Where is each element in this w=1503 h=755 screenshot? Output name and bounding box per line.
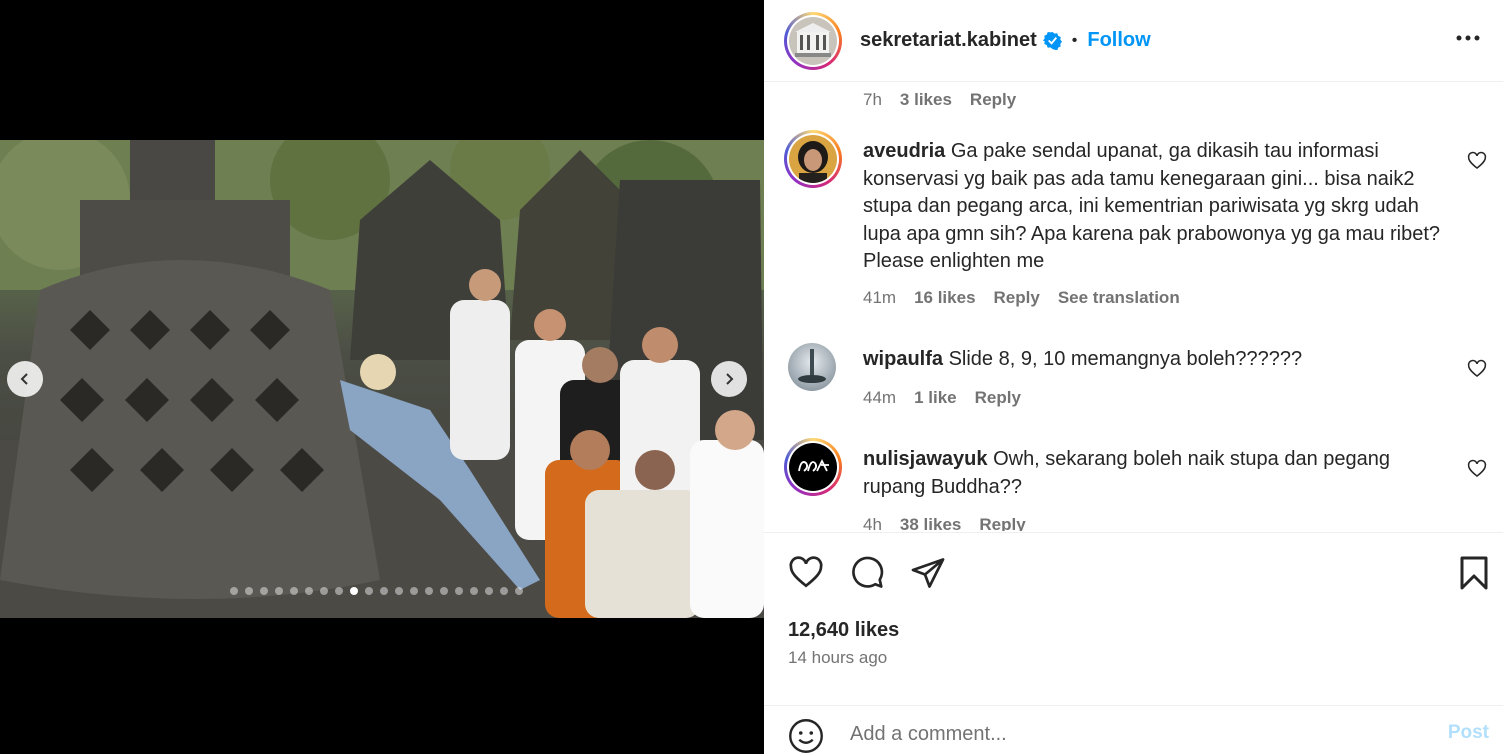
carousel-dot	[290, 587, 298, 595]
author-avatar[interactable]	[784, 11, 842, 70]
carousel-dot	[470, 587, 478, 595]
comment-input[interactable]	[848, 718, 1408, 750]
avatar-photo-icon	[789, 135, 837, 183]
comment-time: 41m	[863, 288, 897, 307]
carousel-dot	[365, 587, 373, 595]
header-separator: •	[1071, 31, 1078, 49]
brand-logo-icon	[789, 443, 837, 491]
comment-likes[interactable]: 38 likes	[900, 515, 961, 531]
carousel-dot	[395, 587, 403, 595]
carousel-dot	[410, 587, 418, 595]
author-username[interactable]: sekretariat.kabinet	[860, 29, 1037, 52]
comment-content: wipaulfa Slide 8, 9, 10 memangnya boleh?…	[863, 346, 1453, 374]
comment-content: aveudria Ga pake sendal upanat, ga dikas…	[863, 138, 1453, 276]
comment-likes[interactable]: 16 likes	[914, 288, 975, 308]
carousel-dot	[350, 587, 358, 595]
comment-time: 44m	[863, 388, 897, 407]
commenter-avatar[interactable]	[784, 130, 842, 188]
carousel-dot	[440, 587, 448, 595]
carousel-dot	[500, 587, 508, 595]
carousel-indicator	[230, 587, 523, 595]
like-icon[interactable]	[788, 555, 824, 591]
next-slide-button[interactable]	[711, 361, 747, 397]
carousel-dot	[230, 587, 238, 595]
more-options-button[interactable]	[1453, 26, 1483, 50]
comment-meta: 41m 16 likes Reply See translation	[863, 288, 1180, 308]
carousel-dot	[320, 587, 328, 595]
comment-meta: 4h 38 likes Reply	[863, 515, 1026, 531]
verified-icon	[1042, 31, 1062, 50]
comment-like-icon[interactable]	[1467, 359, 1487, 379]
comment-likes[interactable]: 1 like	[914, 388, 957, 408]
like-count[interactable]: 12,640 likes	[788, 619, 899, 642]
carousel-dot	[305, 587, 313, 595]
post-header: sekretariat.kabinet • Follow	[764, 0, 1503, 82]
carousel-dot	[455, 587, 463, 595]
more-icon	[1456, 35, 1480, 41]
avatar-photo-icon	[788, 343, 836, 391]
post-comment-button[interactable]: Post	[1448, 722, 1489, 744]
post-timestamp[interactable]: 14 hours ago	[788, 648, 887, 668]
carousel-dot	[515, 587, 523, 595]
comment-time: 7h	[863, 90, 882, 109]
comment-like-icon[interactable]	[1467, 459, 1487, 479]
see-translation-button[interactable]: See translation	[1058, 288, 1180, 308]
comment-text: Ga pake sendal upanat, ga dikasih tau in…	[863, 140, 1441, 272]
carousel-dot	[485, 587, 493, 595]
chevron-left-icon	[20, 373, 28, 385]
comment-icon[interactable]	[849, 555, 885, 591]
reply-button[interactable]: Reply	[970, 90, 1016, 110]
carousel-dot	[425, 587, 433, 595]
comment-content: nulisjawayuk Owh, sekarang boleh naik st…	[863, 446, 1453, 501]
carousel-dot	[275, 587, 283, 595]
carousel-dot	[380, 587, 388, 595]
commenter-avatar[interactable]	[788, 343, 836, 391]
media-pane	[0, 0, 764, 754]
reply-button[interactable]: Reply	[975, 388, 1021, 408]
reply-button[interactable]: Reply	[994, 288, 1040, 308]
bookmark-icon[interactable]	[1458, 555, 1490, 591]
carousel-dot	[335, 587, 343, 595]
comment-meta: 7h 3 likes Reply	[863, 90, 1016, 110]
commenter-avatar[interactable]	[784, 438, 842, 496]
post-actions: 12,640 likes 14 hours ago Post	[764, 532, 1503, 754]
reply-button[interactable]: Reply	[979, 515, 1025, 531]
comment-username[interactable]: aveudria	[863, 140, 945, 162]
follow-button[interactable]: Follow	[1087, 29, 1150, 52]
post-photo-illustration	[0, 140, 764, 618]
carousel-dot	[260, 587, 268, 595]
comment-text: Slide 8, 9, 10 memangnya boleh??????	[948, 348, 1303, 370]
comment-time: 4h	[863, 515, 882, 531]
post-photo[interactable]	[0, 140, 764, 618]
chevron-right-icon	[726, 373, 734, 385]
comment-likes[interactable]: 3 likes	[900, 90, 952, 110]
prev-slide-button[interactable]	[7, 361, 43, 397]
emoji-icon[interactable]	[788, 718, 824, 754]
comments-list[interactable]: 7h 3 likes Reply aveudria Ga pake sendal…	[764, 83, 1503, 531]
add-comment-bar: Post	[764, 705, 1503, 755]
comment-username[interactable]: nulisjawayuk	[863, 448, 988, 470]
comment-like-icon[interactable]	[1467, 151, 1487, 171]
building-icon	[789, 16, 837, 65]
comment-meta: 44m 1 like Reply	[863, 388, 1021, 408]
share-icon[interactable]	[910, 555, 946, 591]
carousel-dot	[245, 587, 253, 595]
comment-username[interactable]: wipaulfa	[863, 348, 943, 370]
post-side-panel: sekretariat.kabinet • Follow 7h 3 likes …	[764, 0, 1503, 754]
